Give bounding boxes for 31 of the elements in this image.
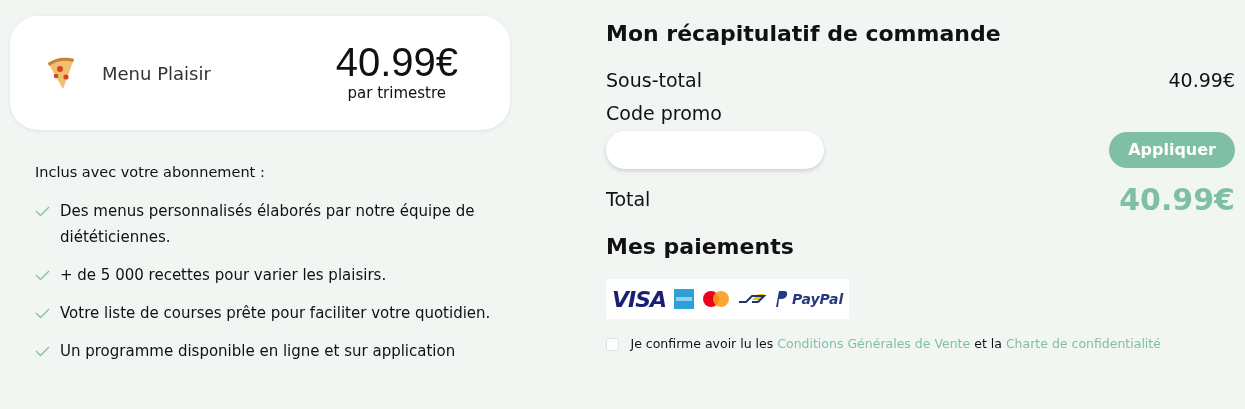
order-summary-title: Mon récapitulatif de commande bbox=[606, 20, 1002, 48]
plan-name: Menu Plaisir bbox=[102, 61, 211, 86]
plan-price: 40.99€ bbox=[335, 41, 458, 82]
pizza-slice-icon bbox=[46, 55, 76, 91]
terms-link[interactable]: Conditions Générales de Vente bbox=[777, 336, 971, 351]
promo-code-field[interactable] bbox=[606, 131, 824, 169]
check-icon bbox=[35, 345, 50, 357]
payments-title: Mes paiements bbox=[606, 233, 795, 261]
apply-button[interactable]: Appliquer bbox=[1109, 132, 1235, 168]
included-item: + de 5 000 recettes pour varier les plaisirs. bbox=[60, 264, 387, 286]
included-item: Un programme disponible en ligne et sur application bbox=[60, 340, 456, 362]
paypal-p-icon bbox=[774, 290, 789, 308]
visa-logo: VISA bbox=[612, 285, 667, 314]
total-value: 40.99€ bbox=[1119, 181, 1235, 219]
promo-code-label: Code promo bbox=[606, 100, 723, 126]
check-icon bbox=[35, 205, 50, 217]
billing-period: par trimestre bbox=[346, 82, 448, 104]
included-item: Des menus personnalisés élaborés par notre équipe de diététiciennes. bbox=[60, 200, 476, 248]
terms-link[interactable]: Charte de confidentialité bbox=[1005, 336, 1161, 351]
total-label: Total bbox=[606, 187, 651, 213]
paypal-logo: PayPal bbox=[792, 289, 844, 309]
card-logo-icon bbox=[674, 289, 695, 309]
subtotal-value: 40.99€ bbox=[1168, 68, 1235, 93]
included-heading: Inclus avec votre abonnement : bbox=[35, 163, 266, 182]
check-icon bbox=[35, 307, 50, 319]
check-icon bbox=[35, 269, 50, 281]
included-item: Votre liste de courses prête pour faciliter votre quotidien. bbox=[60, 302, 491, 324]
overlapping-circles-icon bbox=[702, 290, 731, 308]
terms-sentence: Je confirme avoir lu les Conditions Générales de Vente et la Charte de confidentialité bbox=[630, 335, 1161, 353]
terms-checkbox[interactable] bbox=[606, 338, 619, 351]
subtotal-label: Sous-total bbox=[606, 68, 702, 93]
